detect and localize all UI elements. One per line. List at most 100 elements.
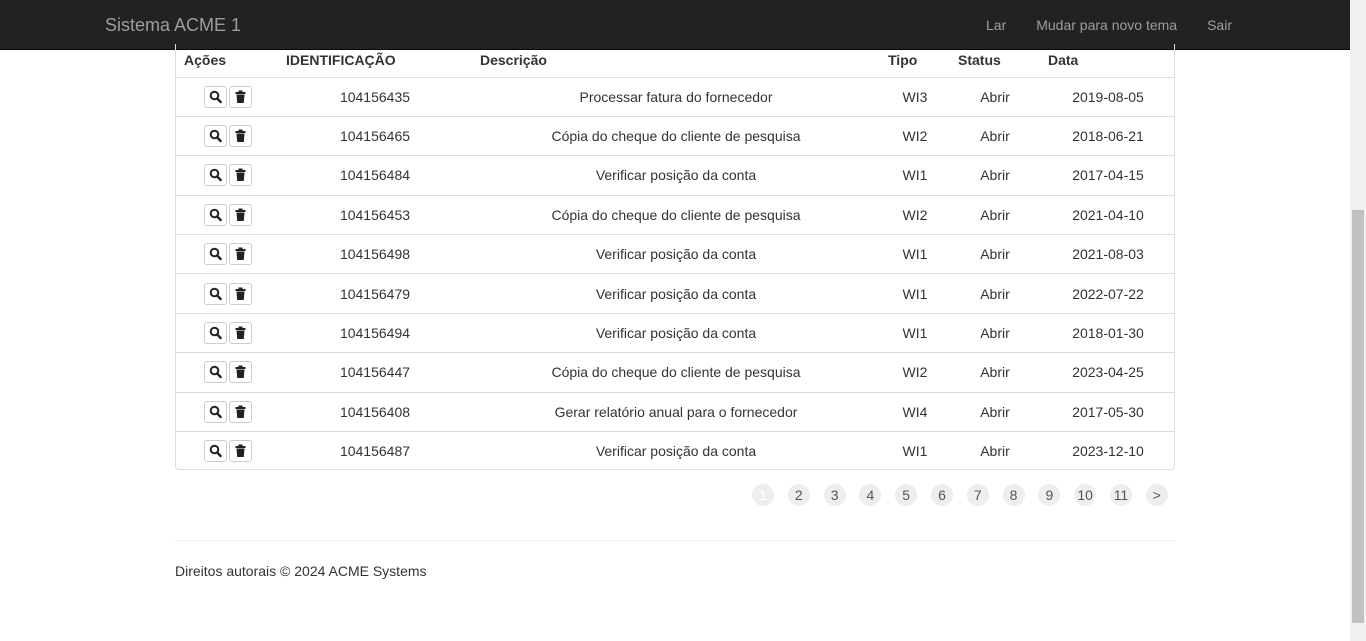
- pagination-page-5[interactable]: 5: [895, 484, 918, 506]
- cell-id: 104156498: [278, 234, 472, 274]
- row-actions: [176, 115, 278, 156]
- cell-date: 2023-04-25: [1040, 352, 1174, 393]
- table-row: 104156435 Processar fatura do fornecedor W…: [176, 77, 1174, 116]
- pagination-page-7[interactable]: 7: [966, 484, 989, 506]
- cell-status: Abrir: [980, 88, 1010, 105]
- view-button[interactable]: [204, 164, 227, 187]
- col-header-date: Data: [1040, 44, 1174, 78]
- view-button[interactable]: [204, 125, 227, 148]
- cell-description: Verificar posição da conta: [472, 155, 880, 196]
- pagination-page-8[interactable]: 8: [1002, 484, 1025, 506]
- delete-button[interactable]: [229, 361, 252, 384]
- cell-id: 104156487: [278, 431, 472, 469]
- cell-type: WI2: [880, 115, 950, 156]
- view-button[interactable]: [204, 243, 227, 266]
- cell-description: Cópia do cheque do cliente de pesquisa: [472, 194, 880, 235]
- cell-id: 104156465: [278, 115, 472, 156]
- cell-description: Verificar posição da conta: [472, 273, 880, 314]
- cell-description: Gerar relatório anual para o fornecedor: [472, 391, 880, 432]
- cell-date: 2019-08-05: [1072, 88, 1144, 105]
- table-row: 104156484 Verificar posição da conta WI1 Ab…: [176, 155, 1174, 196]
- row-actions: [176, 234, 278, 274]
- cell-type: WI2: [880, 194, 950, 235]
- pagination: 1 2 3 4 5 6 7 8 9 10 11 >: [752, 484, 1182, 506]
- cell-id: 104156447: [278, 352, 472, 393]
- row-actions: [176, 431, 278, 469]
- cell-type: WI1: [880, 431, 950, 469]
- cell-description: Cópia do cheque do cliente de pesquisa: [472, 352, 880, 393]
- view-button[interactable]: [204, 282, 227, 305]
- cell-type: WI3: [902, 88, 928, 105]
- delete-button[interactable]: [229, 440, 252, 463]
- cell-status: Abrir: [950, 431, 1040, 469]
- cell-date: 2023-12-10: [1040, 431, 1174, 469]
- delete-button[interactable]: [229, 85, 252, 108]
- table-row: 104156498 Verificar posição da conta WI1 Ab…: [176, 234, 1174, 274]
- nav-link-logout[interactable]: Sair: [1192, 0, 1350, 50]
- view-button[interactable]: [204, 203, 227, 226]
- table-row: 104156479 Verificar posição da conta WI1 Ab…: [176, 273, 1174, 314]
- cell-type: WI2: [880, 352, 950, 393]
- pagination-page-3[interactable]: 3: [823, 484, 846, 506]
- view-button[interactable]: [204, 322, 227, 345]
- nav-links: Lar Mudar para novo tema Sair: [971, 0, 1350, 50]
- cell-status: Abrir: [950, 273, 1040, 314]
- nav-link-home[interactable]: Lar: [971, 0, 1021, 50]
- pagination-next[interactable]: >: [1145, 484, 1168, 506]
- delete-button[interactable]: [229, 282, 252, 305]
- brand-link[interactable]: Sistema ACME 1: [105, 15, 241, 35]
- cell-description: Processar fatura do fornecedor: [579, 88, 773, 105]
- table-body: 104156435 Processar fatura do fornecedor W…: [176, 77, 1174, 469]
- pagination-page-1[interactable]: 1: [752, 484, 774, 506]
- pagination-page-11[interactable]: 11: [1109, 484, 1132, 506]
- pagination-page-9[interactable]: 9: [1038, 484, 1061, 506]
- page-scrollbar[interactable]: [1350, 0, 1366, 641]
- row-actions: [176, 273, 278, 314]
- cell-status: Abrir: [950, 312, 1040, 353]
- view-button[interactable]: [204, 85, 227, 108]
- pagination-page-4[interactable]: 4: [859, 484, 882, 506]
- row-actions: [176, 77, 278, 116]
- col-header-type: Tipo: [880, 44, 950, 78]
- delete-button[interactable]: [229, 164, 252, 187]
- col-header-description: Descrição: [472, 44, 880, 78]
- delete-button[interactable]: [229, 125, 252, 148]
- nav-link-switch-theme[interactable]: Mudar para novo tema: [1021, 0, 1192, 50]
- cell-description: Verificar posição da conta: [472, 312, 880, 353]
- table-row: 104156408 Gerar relatório anual para o fo…: [176, 391, 1174, 432]
- row-actions: [176, 312, 278, 353]
- pagination-page-2[interactable]: 2: [787, 484, 810, 506]
- cell-description: Verificar posição da conta: [472, 234, 880, 274]
- delete-button[interactable]: [229, 243, 252, 266]
- cell-date: 2021-04-10: [1040, 194, 1174, 235]
- cell-date: 2017-05-30: [1040, 391, 1174, 432]
- pagination-page-6[interactable]: 6: [930, 484, 953, 506]
- cell-date: 2018-01-30: [1040, 312, 1174, 353]
- cell-id: 104156479: [278, 273, 472, 314]
- scrollbar-thumb[interactable]: [1352, 210, 1364, 623]
- col-header-id: IDENTIFICAÇÃO: [278, 44, 472, 78]
- view-button[interactable]: [204, 400, 227, 423]
- table-row: 104156453 Cópia do cheque do cliente de p…: [176, 194, 1174, 235]
- delete-button[interactable]: [229, 322, 252, 345]
- work-items-table: Ações IDENTIFICAÇÃO Descrição Tipo Statu…: [176, 44, 1174, 469]
- view-button[interactable]: [204, 440, 227, 463]
- cell-date: 2017-04-15: [1040, 155, 1174, 196]
- cell-type: WI4: [880, 391, 950, 432]
- row-actions: [176, 155, 278, 196]
- col-header-actions: Ações: [176, 44, 278, 78]
- view-button[interactable]: [204, 361, 227, 384]
- cell-type: WI1: [880, 155, 950, 196]
- row-actions: [176, 391, 278, 432]
- pagination-page-10[interactable]: 10: [1074, 484, 1097, 506]
- cell-id: 104156435: [339, 88, 411, 105]
- delete-button[interactable]: [229, 203, 252, 226]
- cell-description: Verificar posição da conta: [472, 431, 880, 469]
- row-actions: [176, 194, 278, 235]
- cell-type: WI1: [880, 273, 950, 314]
- table-row: 104156465 Cópia do cheque do cliente de p…: [176, 115, 1174, 156]
- col-header-status: Status: [950, 44, 1040, 78]
- cell-date: 2022-07-22: [1040, 273, 1174, 314]
- cell-status: Abrir: [950, 115, 1040, 156]
- delete-button[interactable]: [229, 400, 252, 423]
